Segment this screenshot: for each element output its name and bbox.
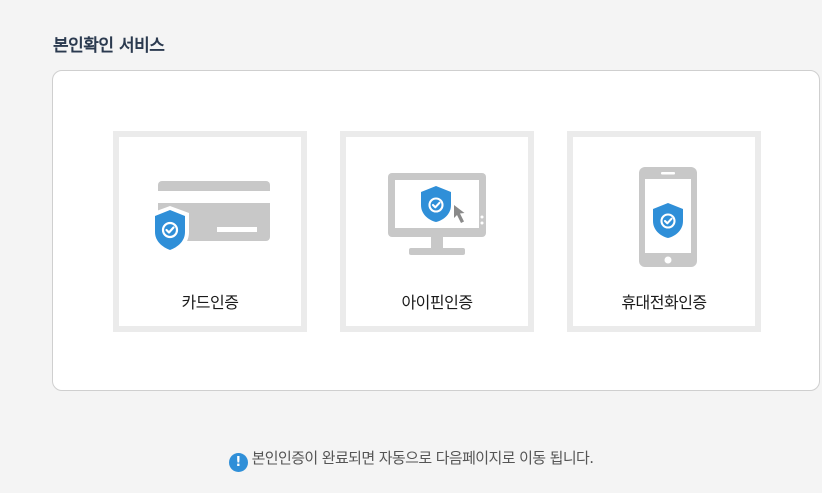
ipin-auth-label: 아이핀인증 [401, 293, 473, 312]
ipin-auth-option[interactable]: 아이핀인증 [340, 131, 534, 332]
notice-text: 본인인증이 완료되면 자동으로 다음페이지로 이동 됩니다. [251, 449, 594, 467]
mobile-auth-label: 휴대전화인증 [621, 293, 707, 312]
exclamation-circle-icon: ! [228, 453, 248, 472]
page-title: 본인확인 서비스 [53, 36, 165, 56]
auth-options-panel: 카드인증 아이핀인증 휴대전화인증 [52, 70, 820, 391]
card-shield-icon [151, 181, 270, 255]
card-auth-option[interactable]: 카드인증 [113, 131, 307, 332]
phone-shield-icon [639, 167, 697, 267]
mobile-auth-option[interactable]: 휴대전화인증 [567, 131, 761, 332]
auto-redirect-notice: ! 본인인증이 완료되면 자동으로 다음페이지로 이동 됩니다. [0, 447, 822, 472]
card-auth-label: 카드인증 [181, 293, 239, 312]
monitor-shield-icon [388, 173, 486, 255]
